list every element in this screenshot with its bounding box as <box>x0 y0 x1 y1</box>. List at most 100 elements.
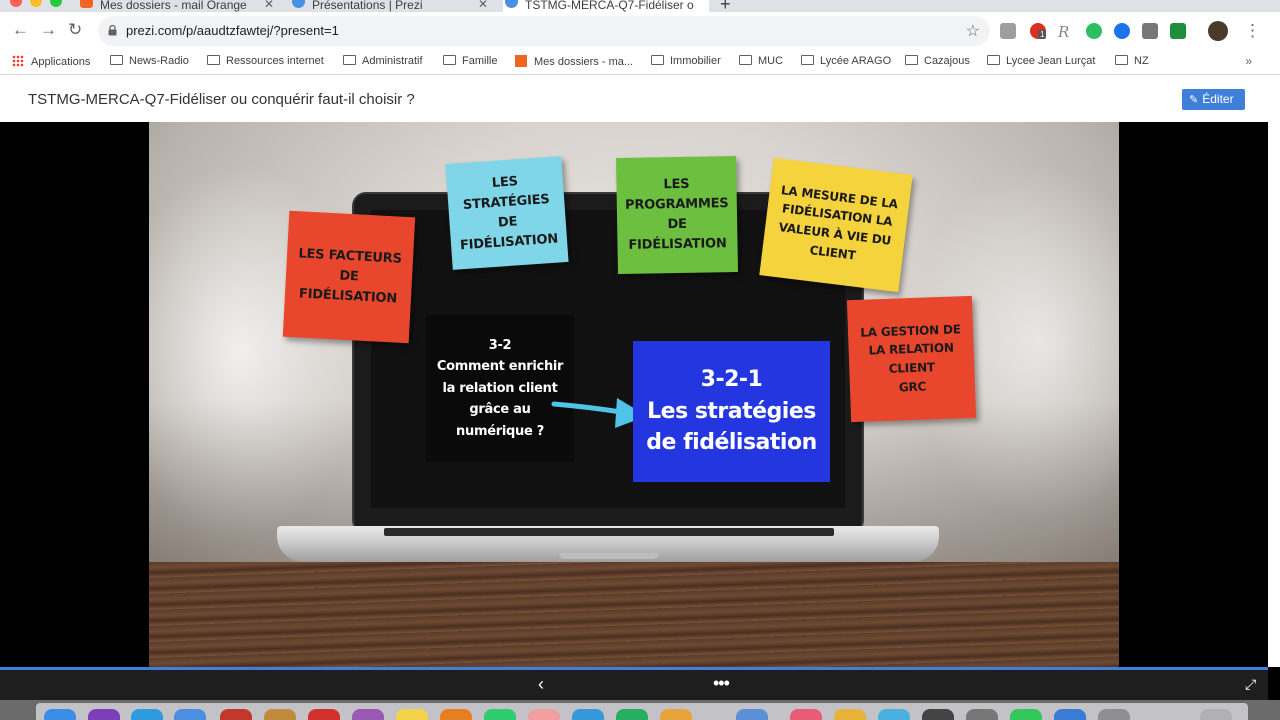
slide-canvas[interactable]: Les facteurs de fidélisation Les stratég… <box>149 122 1119 667</box>
minimize-window-button[interactable] <box>30 0 42 7</box>
dock-app-icon[interactable] <box>220 709 252 720</box>
presentation-title: TSTMG-MERCA-Q7-Fidéliser ou conquérir fa… <box>28 91 415 108</box>
classroom-icon[interactable] <box>1170 23 1186 39</box>
folder-icon <box>443 55 456 65</box>
dock-safari-icon[interactable] <box>131 709 163 720</box>
orange-favicon-icon <box>80 0 93 8</box>
dock-app-icon[interactable] <box>484 709 516 720</box>
dock-app-icon[interactable] <box>834 709 866 720</box>
extension-bird-icon[interactable] <box>1142 23 1158 39</box>
bookmark-famille[interactable]: Famille <box>443 55 497 67</box>
more-bookmarks-icon[interactable]: » <box>1245 54 1252 68</box>
extension-r-icon[interactable]: R <box>1058 23 1074 41</box>
dock-app-icon[interactable] <box>264 709 296 720</box>
dock-mail-icon[interactable] <box>174 709 206 720</box>
url-text: prezi.com/p/aaudtzfawtej/?present=1 <box>126 23 339 38</box>
bookmark-cazajous[interactable]: Cazajous <box>905 55 970 67</box>
wooden-table <box>149 562 1119 667</box>
orange-icon <box>515 55 527 67</box>
bookmark-star-icon[interactable]: ☆ <box>966 21 980 41</box>
dock-messages-icon[interactable] <box>1010 709 1042 720</box>
extension-icon[interactable] <box>1000 23 1016 39</box>
folder-icon <box>1115 55 1128 65</box>
folder-icon <box>343 55 356 65</box>
bookmark-applications[interactable]: Applications <box>12 55 90 68</box>
dock-app-icon[interactable] <box>790 709 822 720</box>
tab-current-prezi[interactable]: TSTMG-MERCA-Q7-Fidéliser o <box>503 0 709 12</box>
forward-button[interactable]: → <box>40 21 57 38</box>
fullscreen-icon[interactable]: ⤢ <box>1245 676 1256 693</box>
dock-app-icon[interactable] <box>878 709 910 720</box>
folder-icon <box>739 55 752 65</box>
dock-app-icon[interactable] <box>736 709 768 720</box>
dock-siri-icon[interactable] <box>88 709 120 720</box>
new-tab-button[interactable]: + <box>720 0 731 12</box>
dock-app-icon[interactable] <box>966 709 998 720</box>
edit-button[interactable]: ✎ Éditer <box>1182 89 1245 110</box>
extension-badge: 1 <box>1038 30 1047 39</box>
pencil-icon: ✎ <box>1189 94 1199 106</box>
close-tab-icon[interactable]: ✕ <box>478 0 488 10</box>
more-dots-icon[interactable]: ••• <box>713 673 730 694</box>
browser-toolbar: ← → ↻ prezi.com/p/aaudtzfawtej/?present=… <box>0 12 1280 50</box>
tab-orange-mail[interactable]: Mes dossiers - mail Orange ✕ <box>78 0 280 12</box>
bookmark-administratif[interactable]: Administratif <box>343 55 423 67</box>
dock-app-icon[interactable] <box>1098 709 1130 720</box>
laptop-keyboard <box>384 528 834 536</box>
extension-blue-icon[interactable] <box>1114 23 1130 39</box>
close-tab-icon[interactable]: ✕ <box>264 0 274 10</box>
dock-trash-icon[interactable] <box>1200 709 1232 720</box>
dock-app-icon[interactable] <box>922 709 954 720</box>
folder-icon <box>207 55 220 65</box>
profile-avatar[interactable] <box>1208 21 1228 41</box>
dock-app-icon[interactable] <box>1054 709 1086 720</box>
menu-icon[interactable]: ⋮ <box>1244 22 1261 39</box>
bookmark-mes-dossiers[interactable]: Mes dossiers - ma... <box>515 55 633 68</box>
question-box[interactable]: 3-2 Comment enrichir la relation client … <box>426 315 574 462</box>
dock-app-icon[interactable] <box>440 709 472 720</box>
globe-favicon-icon <box>292 0 305 8</box>
back-button[interactable]: ← <box>12 21 29 38</box>
tab-title: Mes dossiers - mail Orange <box>100 0 247 12</box>
maximize-window-button[interactable] <box>50 0 62 7</box>
tab-strip: Mes dossiers - mail Orange ✕ Présentatio… <box>0 0 1280 12</box>
dock-facetime-icon[interactable] <box>616 709 648 720</box>
folder-icon <box>801 55 814 65</box>
dock-app-icon[interactable] <box>528 709 560 720</box>
current-topic-box[interactable]: 3-2-1 Les stratégies de fidélisation <box>633 341 830 482</box>
bookmark-muc[interactable]: MUC <box>739 55 783 67</box>
bookmark-news-radio[interactable]: News-Radio <box>110 55 189 67</box>
tab-title: Présentations | Prezi <box>312 0 423 12</box>
close-window-button[interactable] <box>10 0 22 7</box>
sticky-note-grc[interactable]: La gestion de la relation client GRC <box>846 295 977 423</box>
apps-grid-icon <box>12 55 24 67</box>
evernote-icon[interactable] <box>1086 23 1102 39</box>
dock-finder-icon[interactable] <box>44 709 76 720</box>
tab-prezi-presentations[interactable]: Présentations | Prezi ✕ <box>290 0 494 12</box>
dock-app-icon[interactable] <box>660 709 692 720</box>
bookmarks-bar: Applications News-Radio Ressources inter… <box>0 50 1280 75</box>
bookmark-ressources-internet[interactable]: Ressources internet <box>207 55 324 67</box>
sticky-note-facteurs[interactable]: Les facteurs de fidélisation <box>282 210 416 344</box>
folder-icon <box>651 55 664 65</box>
sticky-note-strategies[interactable]: Les stratégies de fidélisation <box>445 156 569 270</box>
address-bar[interactable]: prezi.com/p/aaudtzfawtej/?present=1 ☆ <box>98 16 990 46</box>
chevron-left-icon[interactable]: ‹ <box>538 674 544 695</box>
dock-app-icon[interactable] <box>572 709 604 720</box>
bookmark-nz[interactable]: NZ <box>1115 55 1149 67</box>
folder-icon <box>987 55 1000 65</box>
bookmark-immobilier[interactable]: Immobilier <box>651 55 721 67</box>
dock-app-icon[interactable] <box>308 709 340 720</box>
reload-button[interactable]: ↻ <box>68 21 82 38</box>
adblock-extension-icon[interactable]: 1 <box>1030 23 1047 39</box>
dock-app-icon[interactable] <box>352 709 384 720</box>
presentation-controls: ‹ ••• ⤢ <box>0 670 1268 700</box>
laptop-notch <box>559 553 659 559</box>
bookmark-lycee-arago[interactable]: Lycée ARAGO <box>801 55 891 67</box>
bookmark-lycee-jean-lurcat[interactable]: Lycee Jean Lurçat <box>987 55 1095 67</box>
lock-icon <box>108 25 117 36</box>
presentation-stage: Les facteurs de fidélisation Les stratég… <box>0 122 1268 667</box>
dock-notes-icon[interactable] <box>396 709 428 720</box>
sticky-note-programmes[interactable]: Les programmes de fidélisation <box>615 155 739 275</box>
sticky-note-mesure[interactable]: La mesure de la fidélisation la valeur à… <box>759 157 913 293</box>
